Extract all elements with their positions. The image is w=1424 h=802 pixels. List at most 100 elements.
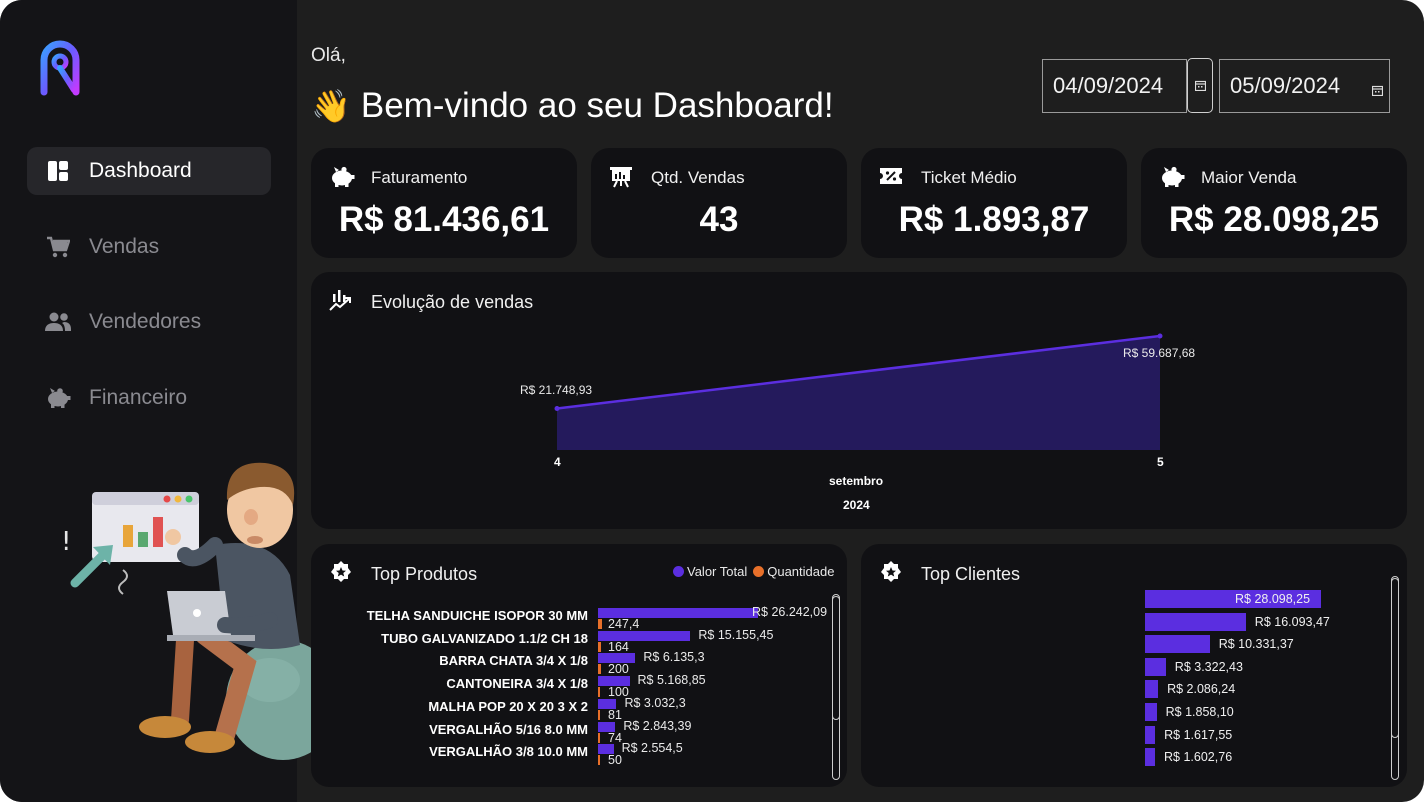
quantidade-bar[interactable] — [598, 755, 600, 766]
greeting-text: Olá, — [311, 45, 346, 66]
valor-label: R$ 15.155,45 — [698, 627, 774, 642]
quantidade-bar[interactable] — [598, 664, 602, 675]
product-name: TUBO GALVANIZADO 1.1/2 CH 18 — [381, 630, 588, 646]
sidebar-item-label: Vendedores — [89, 310, 202, 333]
client-bar[interactable] — [1145, 612, 1246, 631]
client-value-label: R$ 28.098,25 — [1235, 592, 1311, 606]
kpi-label: Qtd. Vendas — [651, 168, 745, 187]
kpi-card-faturamento: Faturamento R$ 81.436,61 — [311, 148, 577, 258]
kpi-value: R$ 1.893,87 — [898, 200, 1090, 239]
client-value-label: R$ 3.322,43 — [1174, 659, 1243, 674]
client-value-label: R$ 1.858,10 — [1165, 705, 1234, 719]
kpi-card-maior-venda: Maior Venda R$ 28.098,25 — [1141, 148, 1407, 258]
client-value-label: R$ 1.617,55 — [1164, 727, 1233, 742]
valor-label: R$ 2.554,5 — [621, 741, 683, 756]
piggy-bank-icon — [1159, 166, 1185, 188]
valor-label: R$ 2.843,39 — [623, 718, 692, 733]
cart-icon — [45, 234, 71, 260]
x-tick-label: 5 — [1157, 455, 1164, 469]
kpi-card-ticket-medio: Ticket Médio R$ 1.893,87 — [861, 148, 1127, 258]
r-logo-icon[interactable] — [38, 40, 82, 96]
area-fill — [557, 336, 1160, 450]
client-value-label: R$ 10.331,37 — [1218, 637, 1294, 652]
scrollbar-thumb[interactable] — [832, 596, 840, 720]
sidebar-item-dashboard[interactable]: Dashboard — [27, 147, 271, 195]
kpi-value: R$ 81.436,61 — [338, 200, 550, 239]
valor-label: R$ 26.242,09 — [752, 605, 828, 619]
client-bar[interactable] — [1145, 657, 1166, 676]
sidebar: Dashboard Vendas Vendedores Financeiro ! — [0, 0, 340, 802]
quantidade-label: 74 — [608, 730, 622, 745]
product-name: CANTONEIRA 3/4 X 1/8 — [446, 676, 588, 692]
end-date-value: 05/09/2024 — [1230, 73, 1341, 98]
x-axis-label-month: setembro — [829, 474, 884, 488]
kpi-card-qtd-vendas: Qtd. Vendas 43 — [591, 148, 847, 258]
sidebar-item-vendedores[interactable]: Vendedores — [27, 298, 271, 346]
kpi-value: 43 — [699, 200, 739, 239]
scrollbar-thumb[interactable] — [1391, 578, 1399, 738]
product-name: TELHA SANDUICHE ISOPOR 30 MM — [366, 608, 588, 623]
quantidade-bar[interactable] — [598, 687, 600, 698]
client-bar[interactable] — [1145, 635, 1210, 654]
quantidade-bar[interactable] — [598, 732, 600, 743]
kpi-label: Faturamento — [371, 168, 468, 187]
client-value-label: R$ 16.093,47 — [1254, 614, 1330, 629]
product-name: MALHA POP 20 X 20 3 X 2 — [428, 698, 588, 714]
client-value-label: R$ 1.602,76 — [1164, 750, 1233, 765]
x-tick-label: 4 — [554, 455, 561, 469]
kpi-value: R$ 28.098,25 — [1168, 200, 1380, 239]
sidebar-item-label: Financeiro — [89, 386, 188, 409]
sidebar-item-financeiro[interactable]: Financeiro — [27, 374, 271, 422]
people-icon — [45, 309, 71, 335]
client-bar[interactable] — [1145, 680, 1159, 699]
page-title: 👋 Bem-vindo ao seu Dashboard! — [311, 86, 834, 126]
dashboard-icon — [45, 158, 71, 184]
start-date-value: 04/09/2024 — [1053, 73, 1164, 98]
top-produtos-card: Top Produtos Valor Total Quantidade TELH… — [311, 544, 847, 787]
valor-label: R$ 5.168,85 — [637, 673, 706, 688]
client-bar[interactable] — [1145, 748, 1156, 767]
data-label: R$ 59.687,68 — [1123, 346, 1196, 360]
quantidade-label: 200 — [608, 662, 629, 677]
quantidade-label: 81 — [608, 707, 622, 722]
client-value-label: R$ 2.086,24 — [1167, 682, 1236, 697]
quantidade-bar[interactable] — [598, 709, 600, 720]
quantidade-bar[interactable] — [598, 619, 602, 629]
end-date-input[interactable]: 05/09/2024 — [1219, 59, 1390, 113]
top-produtos-bar-chart: TELHA SANDUICHE ISOPOR 30 MM R$ 26.242,09… — [311, 544, 847, 787]
top-clientes-bar-chart: R$ 28.098,25 R$ 16.093,47 R$ 10.331,37 R$ 3… — [861, 544, 1407, 787]
evolution-chart-card: Evolução de vendas R$ 21.748,93 R$ 59.68… — [311, 272, 1407, 529]
evolution-area-chart — [554, 333, 1163, 450]
top-clientes-card: Top Clientes R$ 28.098,25 R$ 16.093,47 R$ … — [861, 544, 1407, 787]
data-label: R$ 21.748,93 — [520, 383, 593, 398]
quantidade-bar[interactable] — [598, 641, 601, 652]
valor-label: R$ 3.032,3 — [624, 695, 686, 710]
x-axis-label-year: 2024 — [843, 498, 870, 512]
piggy-bank-icon — [45, 385, 71, 411]
calendar-icon[interactable] — [1187, 58, 1213, 113]
quantidade-label: 164 — [608, 639, 629, 654]
sidebar-item-label: Dashboard — [89, 159, 192, 182]
kpi-label: Maior Venda — [1201, 168, 1297, 187]
product-name: VERGALHÃO 5/16 8.0 MM — [429, 721, 588, 737]
welcome-text: Bem-vindo ao seu Dashboard! — [360, 86, 834, 125]
product-name: BARRA CHATA 3/4 X 1/8 — [439, 653, 588, 669]
data-point — [554, 405, 560, 411]
client-bar[interactable] — [1145, 725, 1156, 744]
person-laptop-illustration: ! — [61, 462, 340, 760]
sidebar-item-vendas[interactable]: Vendas — [27, 223, 271, 271]
sidebar-item-label: Vendas — [89, 235, 160, 258]
valor-label: R$ 6.135,3 — [643, 650, 705, 665]
start-date-input[interactable]: 04/09/2024 — [1042, 59, 1187, 113]
piggy-bank-icon — [329, 166, 355, 188]
calendar-icon[interactable] — [1371, 83, 1384, 97]
presentation-icon — [609, 166, 633, 188]
data-point — [1157, 333, 1163, 339]
ticket-icon — [879, 166, 903, 188]
quantidade-label: 247,4 — [608, 617, 640, 631]
svg-text:!: ! — [61, 527, 71, 557]
client-bar[interactable] — [1145, 703, 1157, 721]
product-name: VERGALHÃO 3/8 10.0 MM — [429, 744, 588, 760]
kpi-label: Ticket Médio — [921, 168, 1017, 187]
app-window: Dashboard Vendas Vendedores Financeiro !… — [0, 0, 1424, 802]
